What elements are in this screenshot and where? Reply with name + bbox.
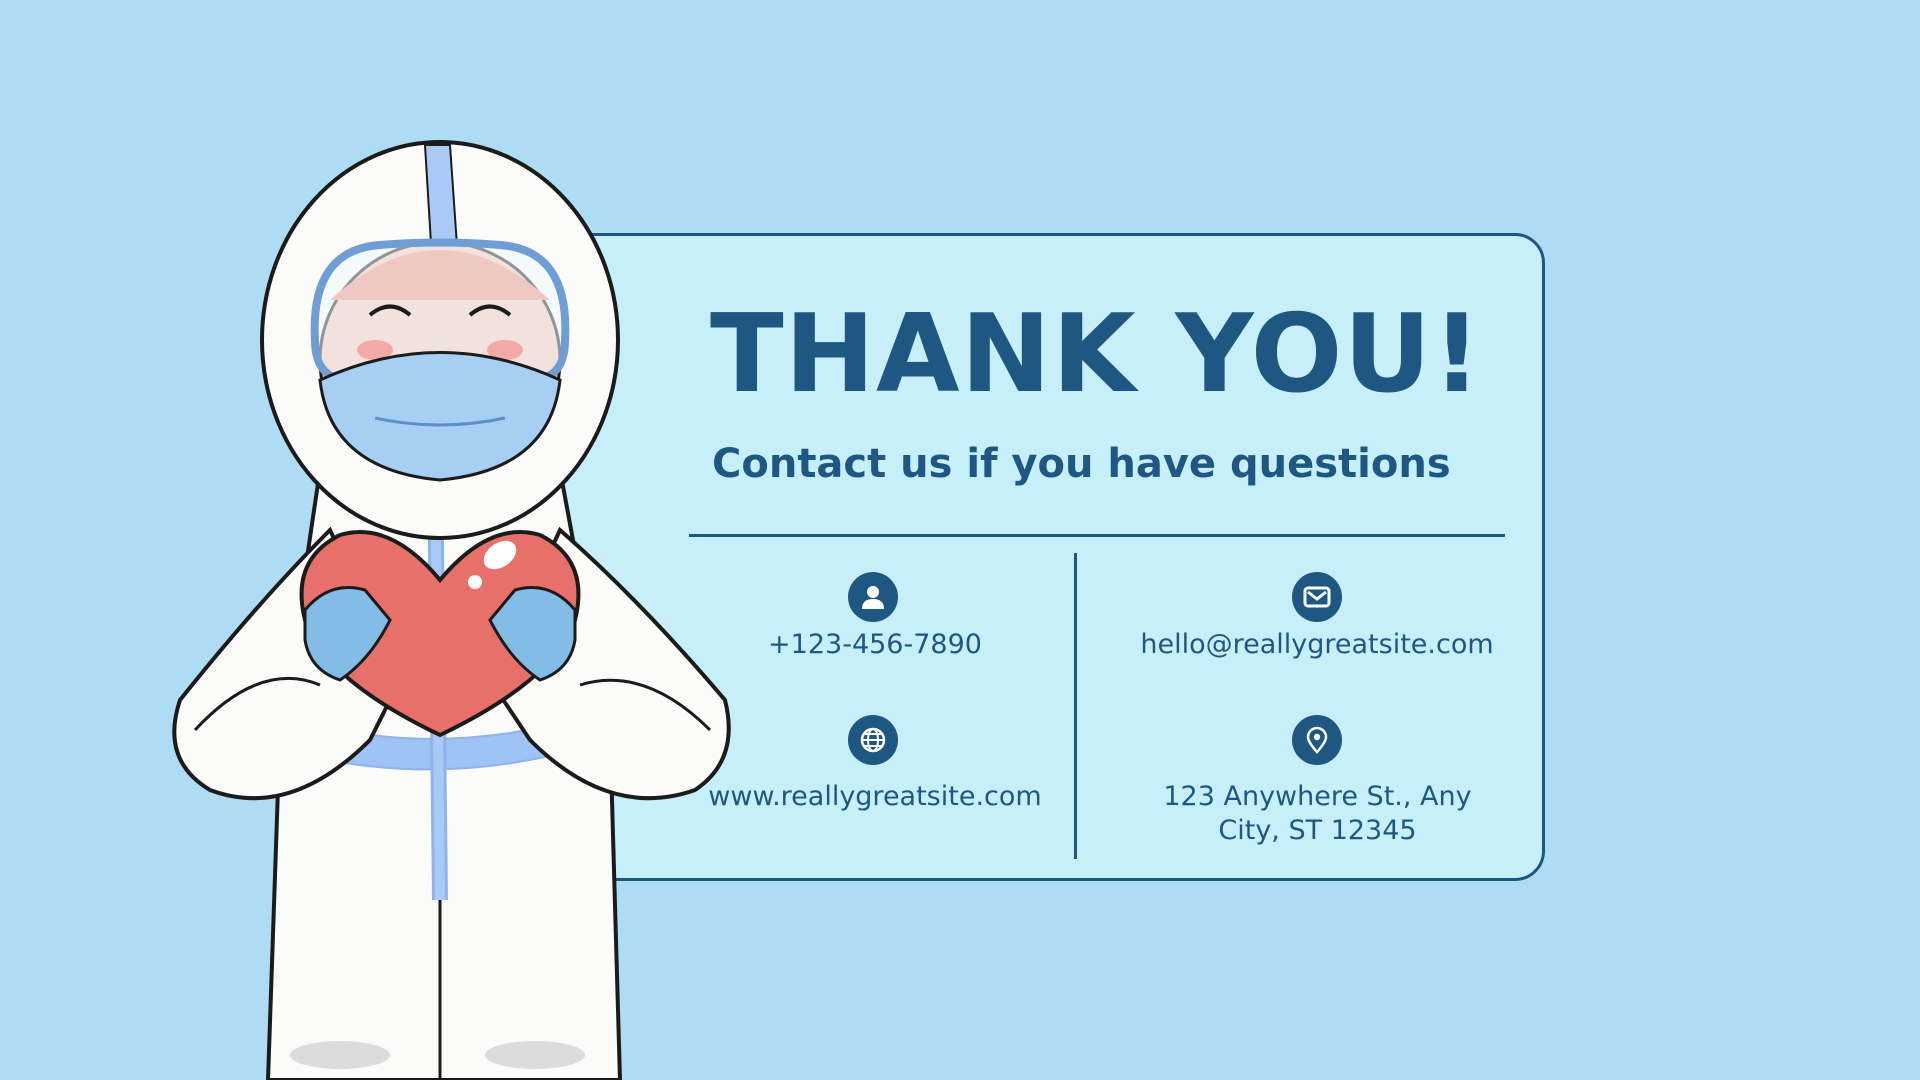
phone-number: +123-456-7890 [768,629,982,660]
health-worker-illustration [172,140,731,1080]
address-line-1: 123 Anywhere St., Any [1163,781,1472,812]
user-icon [848,572,898,622]
horizontal-divider [689,534,1505,537]
mail-icon [1292,572,1342,622]
address-line-2: City, ST 12345 [1218,815,1417,846]
vertical-divider [1074,553,1077,859]
globe-icon [848,715,898,765]
email-link[interactable]: hello@reallygreatsite.com [1092,628,1542,662]
page-subtitle: Contact us if you have questions [712,441,1451,487]
page-title: THANK YOU! [710,292,1483,417]
website-link[interactable]: www.reallygreatsite.com [690,780,1060,814]
location-pin-icon [1292,715,1342,765]
